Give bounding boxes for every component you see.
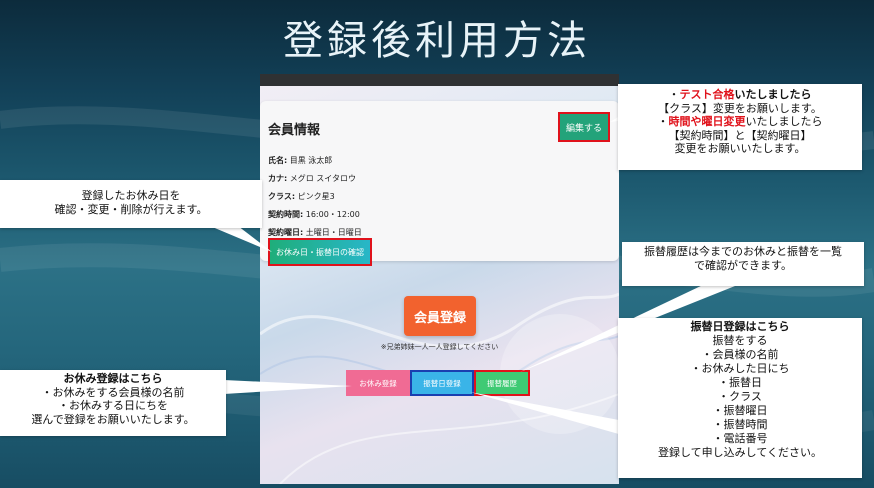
callout-holiday: 登録したお休み日を 確認・変更・削除が行えます。	[0, 180, 262, 228]
callout-transfer: 振替日登録はこちら 振替をする ・会員様の名前 ・お休みした日にち ・振替日 ・…	[618, 318, 862, 478]
member-info-title: 会員情報	[268, 123, 321, 138]
transfer-register-button[interactable]: 振替日登録	[410, 370, 474, 396]
field-name: 氏名: 目黒 泳太郎	[268, 156, 333, 165]
holiday-check-button[interactable]: お休み日・振替日の確認	[268, 238, 372, 266]
slide-title: 登録後利用方法	[283, 18, 591, 64]
field-contract-time: 契約時間: 16:00・12:00	[268, 210, 360, 219]
member-register-button[interactable]: 会員登録	[404, 296, 476, 336]
absence-register-button[interactable]: お休み登録	[346, 370, 410, 396]
phone-status-bar	[260, 74, 619, 86]
callout-history: 振替履歴は今までのお休みと振替を一覧 で確認ができます。	[622, 242, 864, 286]
callout-absence: お休み登録はこちら ・お休みをする会員様の名前 ・お休みする日にちを 選んで登録…	[0, 370, 226, 436]
field-class: クラス: ピンク星3	[268, 192, 335, 201]
edit-button[interactable]: 編集する	[558, 112, 610, 142]
field-kana: カナ: メグロ スイタロウ	[268, 174, 356, 183]
transfer-history-button[interactable]: 振替履歴	[474, 370, 530, 396]
callout-edit: ・テスト合格いたしましたら 【クラス】変更をお願いします。 ・時間や曜日変更いた…	[618, 84, 862, 170]
member-info-card: 会員情報 編集する 氏名: 目黒 泳太郎 カナ: メグロ スイタロウ クラス: …	[260, 101, 619, 261]
field-contract-day: 契約曜日: 土曜日・日曜日	[268, 228, 362, 237]
phone-screen: 会員情報 編集する 氏名: 目黒 泳太郎 カナ: メグロ スイタロウ クラス: …	[260, 74, 619, 484]
register-note: ※兄弟姉妹一人一人登録してください	[380, 343, 499, 351]
